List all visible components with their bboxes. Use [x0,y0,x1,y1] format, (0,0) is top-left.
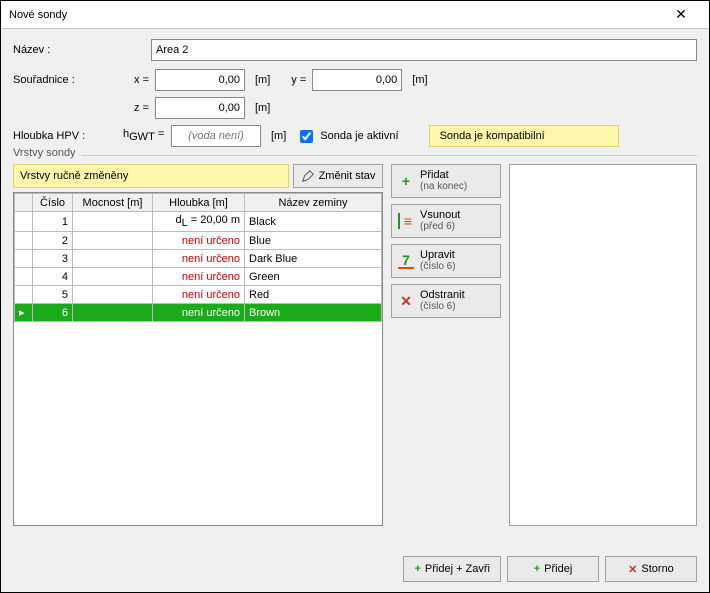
name-label: Název : [13,44,123,56]
pencil-icon [301,169,315,183]
z-input[interactable] [155,97,245,119]
dialog-window: Nové sondy ✕ Název : Souřadnice : x = [m… [0,0,710,593]
table-row[interactable]: 1dL = 20,00 mBlack [15,212,382,232]
preview-pane [509,164,697,526]
close-button[interactable]: ✕ [661,2,701,28]
footer: +Přidej + Zavři +Přidej ✕Storno [403,556,697,582]
compat-badge: Sonda je kompatibilní [429,125,619,147]
content: Název : Souřadnice : x = [m] y = [m] z =… [1,29,709,534]
depth-input[interactable] [171,125,261,147]
x-icon: ✕ [628,563,637,576]
y-unit: [m] [402,74,437,86]
plus-icon: + [534,563,540,575]
layers-grid[interactable]: Číslo Mocnost [m] Hloubka [m] Název zemi… [13,192,383,526]
table-row[interactable]: 3není určenoDark Blue [15,250,382,268]
add-and-close-button[interactable]: +Přidej + Zavři [403,556,501,582]
x-unit: [m] [245,74,280,86]
table-row[interactable]: 2není určenoBlue [15,232,382,250]
col-num[interactable]: Číslo [33,194,73,212]
insert-icon: ≡ [398,213,414,229]
plus-icon: + [398,173,414,189]
active-checkbox[interactable] [300,130,313,143]
x-input[interactable] [155,69,245,91]
layer-actions: + Přidat(na konec) ≡ Vsunout(před 6) 7 U… [391,164,501,526]
active-label: Sonda je aktivní [320,130,398,142]
col-soil[interactable]: Název zeminy [245,194,382,212]
add-button[interactable]: +Přidej [507,556,599,582]
y-input[interactable] [312,69,402,91]
add-layer-button[interactable]: + Přidat(na konec) [391,164,501,198]
name-input[interactable] [151,39,697,61]
cancel-button[interactable]: ✕Storno [605,556,697,582]
remove-icon: ✕ [398,293,414,309]
table-row[interactable]: 5není určenoRed [15,286,382,304]
layers-fieldset: Vrstvy sondy Vrstvy ručně změněny Změnit… [13,155,697,526]
insert-layer-button[interactable]: ≡ Vsunout(před 6) [391,204,501,238]
depth-unit: [m] [261,130,296,142]
depth-symbol: hGWT = [123,128,171,143]
layers-status: Vrstvy ručně změněny [13,164,289,188]
edit-icon: 7 [398,253,414,269]
plus-icon: + [414,563,420,575]
x-label: x = [123,74,155,86]
col-thick[interactable]: Mocnost [m] [73,194,153,212]
change-state-button[interactable]: Změnit stav [293,164,383,188]
window-title: Nové sondy [9,9,661,21]
col-marker [15,194,33,212]
titlebar: Nové sondy ✕ [1,1,709,29]
edit-layer-button[interactable]: 7 Upravit(číslo 6) [391,244,501,278]
col-depth[interactable]: Hloubka [m] [153,194,245,212]
coord-label: Souřadnice : [13,74,123,86]
table-row[interactable]: ▸6není určenoBrown [15,304,382,322]
remove-layer-button[interactable]: ✕ Odstranit(číslo 6) [391,284,501,318]
z-label: z = [123,102,155,114]
layers-legend: Vrstvy sondy [13,147,82,159]
y-label: y = [280,74,312,86]
depth-label: Hloubka HPV : [13,130,123,142]
z-unit: [m] [245,102,280,114]
table-row[interactable]: 4není určenoGreen [15,268,382,286]
